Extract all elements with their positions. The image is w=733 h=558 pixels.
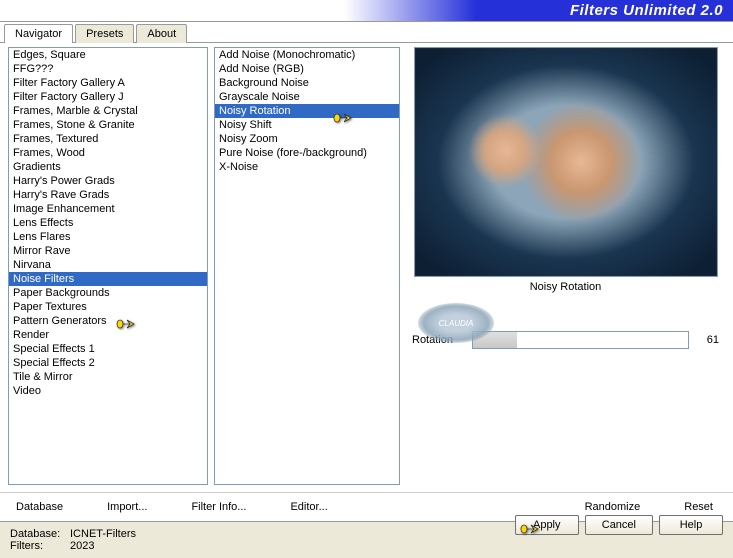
category-item[interactable]: Frames, Wood (9, 146, 207, 160)
filter-item[interactable]: Pure Noise (fore-/background) (215, 146, 399, 160)
category-item[interactable]: Noise Filters (9, 272, 207, 286)
filter-item[interactable]: Add Noise (Monochromatic) (215, 48, 399, 62)
preview-panel: Noisy Rotation Rotation 61 (406, 47, 725, 492)
preview-label: Noisy Rotation (406, 277, 725, 301)
status-filters-label: Filters: (10, 540, 70, 552)
category-item[interactable]: Filter Factory Gallery A (9, 76, 207, 90)
category-item[interactable]: Tile & Mirror (9, 370, 207, 384)
main-content: Edges, SquareFFG???Filter Factory Galler… (0, 42, 733, 492)
category-item[interactable]: Lens Effects (9, 216, 207, 230)
filter-item[interactable]: X-Noise (215, 160, 399, 174)
tab-about[interactable]: About (136, 24, 187, 43)
cancel-button[interactable]: Cancel (585, 515, 653, 535)
status-db-value: ICNET-Filters (70, 528, 136, 540)
category-item[interactable]: Harry's Rave Grads (9, 188, 207, 202)
apply-button[interactable]: Apply (515, 515, 579, 535)
category-item[interactable]: FFG??? (9, 62, 207, 76)
app-title: Filters Unlimited 2.0 (570, 2, 723, 19)
filter-info-button[interactable]: Filter Info... (183, 497, 254, 517)
slider-value: 61 (689, 334, 719, 346)
category-item[interactable]: Nirvana (9, 258, 207, 272)
tab-bar: Navigator Presets About (0, 22, 733, 43)
category-item[interactable]: Lens Flares (9, 230, 207, 244)
category-item[interactable]: Paper Backgrounds (9, 286, 207, 300)
status-db-label: Database: (10, 528, 70, 540)
status-filters-value: 2023 (70, 540, 94, 552)
category-item[interactable]: Special Effects 1 (9, 342, 207, 356)
database-button[interactable]: Database (8, 497, 71, 517)
preview-render (415, 48, 717, 276)
reset-button[interactable]: Reset (676, 497, 721, 517)
category-item[interactable]: Frames, Textured (9, 132, 207, 146)
category-item[interactable]: Image Enhancement (9, 202, 207, 216)
category-list[interactable]: Edges, SquareFFG???Filter Factory Galler… (8, 47, 208, 485)
filter-item[interactable]: Add Noise (RGB) (215, 62, 399, 76)
category-item[interactable]: Render (9, 328, 207, 342)
slider-track[interactable] (472, 331, 689, 349)
category-item[interactable]: Frames, Marble & Crystal (9, 104, 207, 118)
category-item[interactable]: Mirror Rave (9, 244, 207, 258)
category-item[interactable]: Edges, Square (9, 48, 207, 62)
filter-item[interactable]: Noisy Rotation (215, 104, 399, 118)
footer-buttons: Apply Cancel Help (515, 515, 723, 535)
category-item[interactable]: Pattern Generators (9, 314, 207, 328)
filter-item[interactable]: Noisy Zoom (215, 132, 399, 146)
editor-button[interactable]: Editor... (282, 497, 335, 517)
filter-item[interactable]: Background Noise (215, 76, 399, 90)
import-button[interactable]: Import... (99, 497, 155, 517)
tab-presets[interactable]: Presets (75, 24, 134, 43)
category-item[interactable]: Paper Textures (9, 300, 207, 314)
watermark-badge: CLAUDIA (418, 303, 494, 343)
category-item[interactable]: Video (9, 384, 207, 398)
filter-item[interactable]: Noisy Shift (215, 118, 399, 132)
category-item[interactable]: Harry's Power Grads (9, 174, 207, 188)
category-item[interactable]: Gradients (9, 160, 207, 174)
titlebar: Filters Unlimited 2.0 (0, 0, 733, 22)
category-item[interactable]: Frames, Stone & Granite (9, 118, 207, 132)
filter-item[interactable]: Grayscale Noise (215, 90, 399, 104)
category-item[interactable]: Filter Factory Gallery J (9, 90, 207, 104)
category-item[interactable]: Special Effects 2 (9, 356, 207, 370)
randomize-button[interactable]: Randomize (577, 497, 649, 517)
tab-navigator[interactable]: Navigator (4, 24, 73, 43)
filter-list[interactable]: Add Noise (Monochromatic)Add Noise (RGB)… (214, 47, 400, 485)
preview-image (414, 47, 718, 277)
help-button[interactable]: Help (659, 515, 723, 535)
